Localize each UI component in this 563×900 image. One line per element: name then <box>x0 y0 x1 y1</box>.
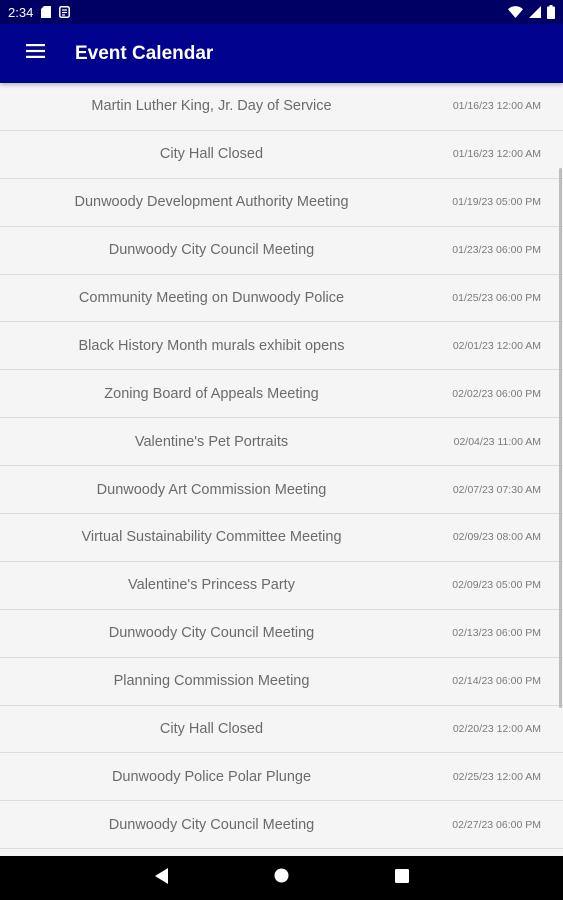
home-button[interactable] <box>222 856 342 900</box>
event-date: 02/27/23 06:00 PM <box>452 818 541 831</box>
event-title: Virtual Sustainability Committee Meeting <box>81 529 342 546</box>
event-date: 02/20/23 12:00 AM <box>452 723 541 736</box>
recents-button[interactable] <box>342 856 462 900</box>
event-date: 02/14/23 06:00 PM <box>452 675 541 688</box>
menu-button[interactable] <box>0 24 70 83</box>
event-title: Zoning Board of Appeals Meeting <box>104 385 319 402</box>
event-row[interactable]: Dunwoody Art Commission Meeting 02/07/23… <box>0 466 563 515</box>
event-title: City Hall Closed <box>159 146 264 163</box>
event-date: 01/16/23 12:00 AM <box>452 148 541 161</box>
event-title: Planning Commission Meeting <box>113 673 310 690</box>
event-row[interactable]: Planning Commission Meeting 02/14/23 06:… <box>0 657 563 706</box>
event-row[interactable]: Dunwoody Police Polar Plunge 02/25/23 12… <box>0 753 563 802</box>
event-date: 01/23/23 06:00 PM <box>452 244 541 257</box>
event-title: Valentine's Pet Portraits <box>134 433 289 450</box>
scrollbar[interactable] <box>559 168 562 708</box>
sd-card-icon <box>41 6 52 18</box>
event-row[interactable]: Valentine's Pet Portraits 02/04/23 11:00… <box>0 418 563 467</box>
event-date: 02/13/23 06:00 PM <box>452 627 541 640</box>
event-row[interactable]: Dunwoody City Council Meeting 02/27/23 0… <box>0 801 563 850</box>
event-date: 02/04/23 11:00 AM <box>453 435 541 448</box>
event-title: Martin Luther King, Jr. Day of Service <box>91 98 332 115</box>
battery-icon <box>547 5 555 19</box>
signal-icon <box>529 6 541 18</box>
event-title: Dunwoody City Council Meeting <box>108 625 315 642</box>
event-list[interactable]: Martin Luther King, Jr. Day of Service 0… <box>0 83 563 856</box>
event-row[interactable]: Valentine's Princess Party 02/09/23 05:0… <box>0 561 563 610</box>
hamburger-menu-icon <box>25 44 45 63</box>
event-title: City Hall Closed <box>159 721 264 738</box>
status-time: 2:34 <box>8 4 34 20</box>
event-title: Dunwoody Police Polar Plunge <box>111 768 312 785</box>
back-button[interactable] <box>102 856 222 900</box>
event-title: Dunwoody City Council Meeting <box>108 242 315 259</box>
event-date: 02/07/23 07:30 AM <box>452 483 541 496</box>
event-title: Dunwoody Art Commission Meeting <box>96 481 327 498</box>
event-date: 01/16/23 12:00 AM <box>452 100 541 113</box>
event-date: 01/19/23 05:00 PM <box>452 196 541 209</box>
notification-icon <box>59 6 71 18</box>
event-row[interactable]: Dunwoody City Council Meeting 01/23/23 0… <box>0 226 563 275</box>
recents-icon <box>394 868 409 888</box>
wifi-icon <box>508 6 523 18</box>
event-date: 02/09/23 08:00 AM <box>452 531 541 544</box>
status-bar: 2:34 <box>0 0 563 24</box>
event-title: Black History Month murals exhibit opens <box>78 337 345 354</box>
event-title: Dunwoody City Council Meeting <box>108 816 315 833</box>
event-row[interactable]: Martin Luther King, Jr. Day of Service 0… <box>0 83 563 131</box>
event-row[interactable]: Virtual Sustainability Committee Meeting… <box>0 514 563 562</box>
event-row[interactable]: Dunwoody Development Authority Meeting 0… <box>0 178 563 227</box>
event-row[interactable]: Black History Month murals exhibit opens… <box>0 322 563 371</box>
event-title: Valentine's Princess Party <box>128 577 295 594</box>
event-date: 02/25/23 12:00 AM <box>452 770 541 783</box>
event-date: 02/09/23 05:00 PM <box>452 579 541 592</box>
event-date: 02/02/23 06:00 PM <box>452 387 541 400</box>
event-date: 01/25/23 06:00 PM <box>452 292 541 304</box>
event-row[interactable]: Community Meeting on Dunwoody Police 01/… <box>0 274 563 323</box>
event-row[interactable]: Dunwoody City Council Meeting 02/13/23 0… <box>0 609 563 658</box>
event-row[interactable]: City Hall Closed 02/20/23 12:00 AM <box>0 705 563 754</box>
app-bar: Event Calendar <box>0 24 563 83</box>
back-icon <box>154 867 169 889</box>
event-row[interactable]: Zoning Board of Appeals Meeting 02/02/23… <box>0 370 563 419</box>
event-date: 02/01/23 12:00 AM <box>452 339 541 352</box>
home-icon <box>274 868 289 888</box>
event-title: Community Meeting on Dunwoody Police <box>78 290 345 306</box>
system-nav-bar <box>0 856 563 900</box>
page-title: Event Calendar <box>75 42 214 64</box>
event-title: Dunwoody Development Authority Meeting <box>74 194 349 211</box>
event-row[interactable]: City Hall Closed 01/16/23 12:00 AM <box>0 130 563 179</box>
